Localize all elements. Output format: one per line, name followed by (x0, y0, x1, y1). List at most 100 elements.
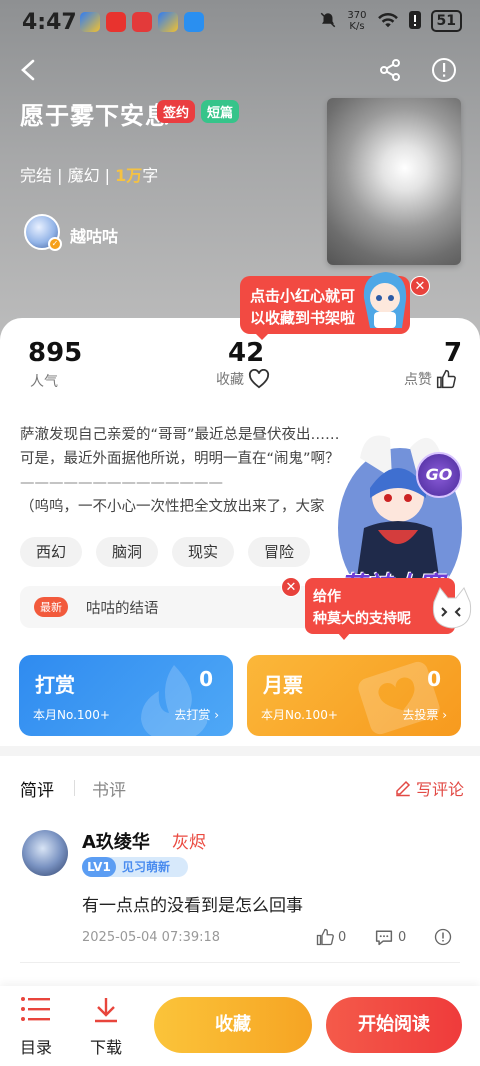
popularity-value: 895 (28, 338, 83, 368)
share-icon (380, 59, 400, 81)
back-arrow-icon (21, 59, 35, 81)
monthly-ticket-action[interactable]: 去投票 › (402, 706, 447, 723)
comment-like-button[interactable]: 0 (316, 928, 346, 946)
tab-short-review[interactable]: 简评 (20, 776, 54, 801)
toc-button[interactable]: 目录 (18, 996, 54, 1058)
reward-action-text: 去打赏 (174, 708, 211, 722)
book-meta: 完结 | 魔幻 | 1万字 (20, 162, 158, 186)
status-bar: 4:47 370 K/s 51 (0, 0, 480, 46)
level-number: LV1 (82, 857, 116, 877)
word-count: 1万 (115, 166, 143, 185)
cat-mascot-icon (426, 582, 476, 632)
popularity-label-text: 人气 (30, 374, 58, 390)
mute-icon (319, 11, 337, 32)
comment-like-count: 0 (338, 929, 347, 945)
commenter-avatar[interactable] (22, 830, 68, 876)
reward-count: 0 (199, 667, 213, 691)
collect-tip-line1: 点击小红心就可 (250, 287, 356, 305)
genre-tag[interactable]: 冒险 (248, 537, 311, 567)
monthly-ticket-card[interactable]: 月票 0 本月No.100+ 去投票 › (247, 655, 461, 736)
user-level-badge: LV1 见习萌新 (82, 857, 188, 877)
comment-report-button[interactable] (434, 928, 452, 946)
share-button[interactable] (372, 52, 408, 88)
thumbs-up-icon (436, 369, 456, 389)
latest-chapter[interactable]: 最新 咕咕的结语 (20, 586, 320, 628)
heart-icon (248, 369, 270, 389)
reward-title: 打赏 (35, 673, 75, 697)
list-icon (21, 997, 50, 1021)
tab-book-review[interactable]: 书评 (92, 776, 126, 801)
download-icon (95, 998, 117, 1023)
book-cover[interactable] (327, 98, 461, 265)
app-icon-5 (184, 12, 204, 32)
net-speed-value: 370 (347, 10, 367, 21)
popularity-label: 人气 (30, 371, 58, 391)
alert-icon (408, 10, 421, 32)
comment-divider (20, 962, 460, 963)
comment-reply-button[interactable]: 0 (374, 928, 406, 946)
promo-tip-line1: 给作 (313, 589, 341, 605)
wifi-icon (377, 11, 399, 32)
book-genre: 魔幻 (67, 166, 100, 185)
author-name[interactable]: 越咕咕 (70, 223, 118, 247)
collect-count-value: 42 (228, 338, 265, 368)
pencil-icon (396, 780, 411, 797)
app-icon-3 (132, 12, 152, 32)
meta-separator: | (52, 166, 68, 185)
write-review-button[interactable]: 写评论 (394, 776, 464, 800)
collect-count-label[interactable]: 收藏 (216, 369, 270, 389)
book-status: 完结 (20, 166, 53, 185)
monthly-ticket-title: 月票 (263, 673, 303, 697)
close-promo-button[interactable]: ✕ (281, 577, 301, 597)
book-title: 愿于雾下安息 (20, 102, 170, 130)
genre-tag[interactable]: 现实 (172, 537, 235, 567)
download-button[interactable]: 下载 (88, 996, 124, 1058)
genre-tag[interactable]: 脑洞 (96, 537, 159, 567)
close-icon: ✕ (285, 580, 297, 595)
collect-tip-line2: 以收藏到书架啦 (250, 309, 356, 327)
info-icon (432, 58, 456, 82)
thumbs-up-icon (316, 928, 334, 946)
latest-badge: 最新 (34, 597, 68, 617)
close-collect-tip-button[interactable]: ✕ (410, 276, 430, 296)
commenter-fan-level: 灰烬 (172, 833, 206, 853)
reward-rank: 本月No.100+ (33, 708, 110, 722)
collect-button[interactable]: 收藏 (154, 997, 312, 1053)
reward-card[interactable]: 打赏 0 本月No.100+ 去打赏 › (19, 655, 233, 736)
back-button[interactable] (10, 52, 46, 88)
status-time: 4:47 (22, 10, 77, 35)
download-label: 下载 (89, 1038, 122, 1057)
latest-chapter-title: 咕咕的结语 (86, 601, 159, 617)
like-label-text: 点赞 (404, 372, 432, 388)
author-verified-icon: ✓ (48, 237, 62, 251)
monthly-ticket-rank: 本月No.100+ (261, 708, 338, 722)
top-nav (0, 50, 480, 94)
chat-bubble-icon (375, 930, 393, 946)
commenter-name[interactable]: A玖绫华 (82, 828, 150, 854)
promo-tip-arrow (337, 632, 351, 640)
close-icon: ✕ (414, 279, 426, 294)
start-reading-button[interactable]: 开始阅读 (326, 997, 462, 1053)
status-icons: 370 K/s 51 (319, 10, 462, 32)
comment-reply-count: 0 (398, 929, 407, 945)
short-story-badge: 短篇 (201, 100, 240, 123)
word-count-unit: 字 (142, 166, 159, 185)
comment-text[interactable]: 有一点点的没看到是怎么回事 (82, 891, 303, 916)
info-icon (434, 928, 452, 946)
write-review-label: 写评论 (415, 780, 464, 799)
net-speed: 370 K/s (347, 10, 366, 32)
promo-go-badge[interactable]: GO (416, 452, 462, 498)
chevron-right-icon: › (210, 708, 219, 722)
reward-action[interactable]: 去打赏 › (174, 706, 219, 723)
mascot-character (358, 268, 412, 334)
monthly-ticket-action-text: 去投票 (402, 708, 439, 722)
app-icon-2 (106, 12, 126, 32)
chevron-right-icon: › (438, 708, 447, 722)
collect-label-text: 收藏 (216, 372, 244, 388)
meta-separator: | (99, 166, 116, 185)
net-speed-unit: K/s (349, 21, 365, 32)
like-count-value: 7 (444, 338, 463, 368)
genre-tag[interactable]: 西幻 (20, 537, 83, 567)
like-count-label[interactable]: 点赞 (404, 369, 456, 389)
report-button[interactable] (426, 52, 462, 88)
